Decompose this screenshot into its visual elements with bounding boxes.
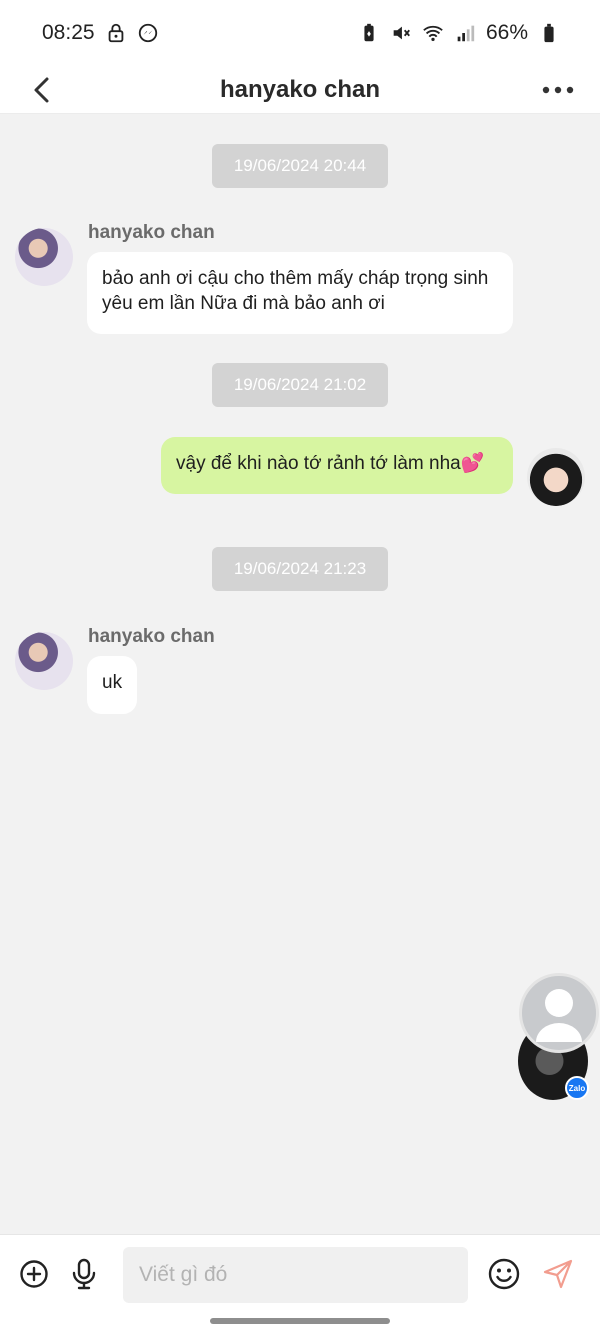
sender-name: hanyako chan — [88, 222, 215, 243]
wifi-icon — [423, 25, 443, 42]
peer-avatar[interactable] — [15, 632, 73, 690]
mute-icon — [393, 26, 410, 40]
messenger-icon — [138, 23, 157, 43]
outgoing-message[interactable]: vậy để khi nào tớ rảnh tớ làm nha💕 — [161, 437, 513, 494]
microphone-icon — [72, 1258, 96, 1290]
chevron-left-icon — [34, 77, 49, 103]
home-gesture-handle[interactable] — [210, 1318, 390, 1324]
timestamp-badge: 19/06/2024 20:44 — [212, 144, 388, 188]
battery-icon — [544, 23, 554, 43]
status-time: 08:25 — [42, 21, 95, 44]
message-list[interactable]: 19/06/2024 20:44 hanyako chan bảo anh ơi… — [0, 114, 600, 1234]
more-dots-icon — [542, 86, 574, 94]
peer-avatar[interactable] — [15, 228, 73, 286]
send-icon — [543, 1259, 573, 1289]
battery-percent: 66% — [485, 21, 528, 44]
back-button[interactable] — [20, 66, 64, 114]
add-button[interactable] — [15, 1254, 53, 1294]
smiley-icon — [488, 1258, 520, 1290]
chat-header: hanyako chan — [0, 66, 600, 114]
system-navigation-bar — [0, 1312, 600, 1333]
signal-icon — [457, 25, 475, 42]
lock-icon — [108, 23, 123, 43]
more-options-button[interactable] — [538, 66, 578, 114]
voice-button[interactable] — [65, 1254, 103, 1294]
message-input[interactable] — [123, 1247, 468, 1303]
emoji-button[interactable] — [485, 1254, 523, 1294]
message-composer — [0, 1234, 600, 1312]
sender-name: hanyako chan — [88, 626, 215, 647]
zalo-badge: Zalo — [565, 1076, 589, 1100]
timestamp-badge: 19/06/2024 21:02 — [212, 363, 388, 407]
send-button[interactable] — [539, 1254, 577, 1294]
status-right: 66% — [358, 21, 560, 45]
status-bar: 08:25 66% — [0, 0, 600, 66]
person-icon — [536, 989, 582, 1042]
battery-saver-icon — [364, 23, 374, 42]
floating-default-avatar[interactable] — [519, 973, 599, 1053]
incoming-message[interactable]: uk — [87, 656, 138, 714]
my-avatar[interactable] — [527, 448, 585, 506]
timestamp-badge: 19/06/2024 21:23 — [212, 547, 388, 591]
chat-title[interactable]: hanyako chan — [220, 76, 380, 104]
status-left: 08:25 — [42, 21, 159, 45]
incoming-message[interactable]: bảo anh ơi cậu cho thêm mấy cháp trọng s… — [87, 252, 513, 334]
plus-circle-icon — [20, 1260, 48, 1288]
